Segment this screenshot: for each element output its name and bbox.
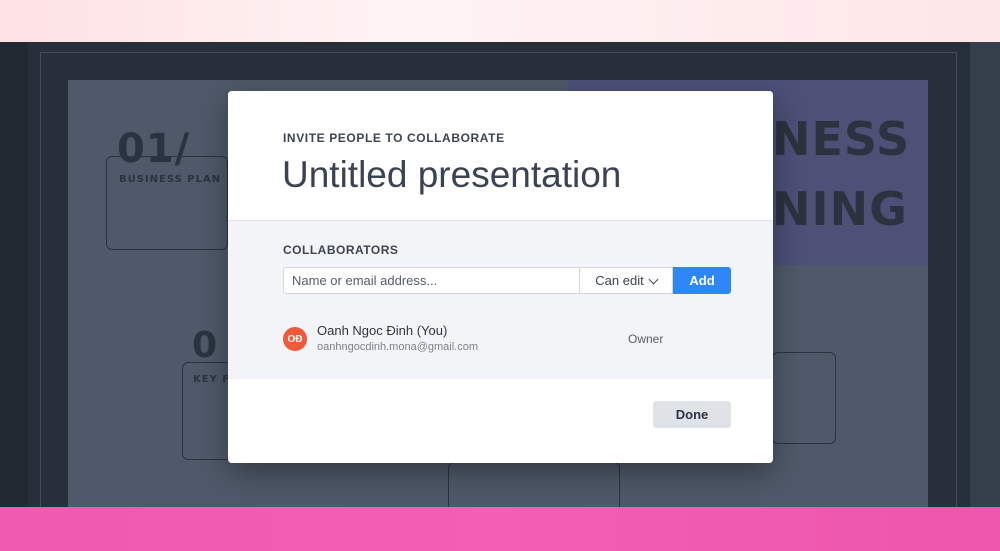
permission-value: Can edit (595, 273, 644, 288)
chevron-down-icon (648, 274, 659, 284)
collaborator-name: Oanh Ngoc Đinh (You) (317, 323, 448, 338)
top-banner (0, 0, 1000, 42)
collaborator-row: OĐ Oanh Ngoc Đinh (You) oanhngocdinh.mon… (283, 323, 731, 359)
dialog-eyebrow: INVITE PEOPLE TO COLLABORATE (283, 131, 505, 145)
collaborator-email: oanhngocdinh.mona@gmail.com (317, 341, 478, 353)
dialog-header: INVITE PEOPLE TO COLLABORATE Untitled pr… (228, 91, 773, 221)
invite-row: Can edit Add (283, 267, 731, 294)
done-button[interactable]: Done (653, 401, 731, 428)
avatar: OĐ (283, 327, 307, 351)
presentation-title: Untitled presentation (282, 154, 622, 195)
dialog-footer: Done (228, 379, 773, 463)
collaborators-section: COLLABORATORS Can edit Add OĐ Oanh Ngoc … (228, 221, 773, 379)
collaborator-role: Owner (628, 332, 664, 346)
add-button[interactable]: Add (673, 267, 731, 294)
collaborators-label: COLLABORATORS (283, 243, 399, 257)
invite-dialog: INVITE PEOPLE TO COLLABORATE Untitled pr… (228, 91, 773, 463)
bottom-banner (0, 507, 1000, 551)
email-input[interactable] (283, 267, 579, 294)
permission-dropdown[interactable]: Can edit (579, 267, 673, 294)
